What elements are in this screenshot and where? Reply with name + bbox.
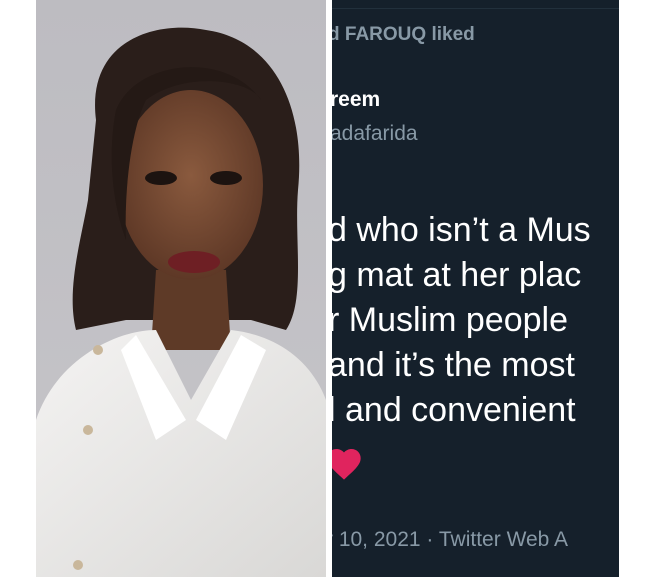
tweet-line: d who isn’t a Mus [332, 211, 591, 249]
author-handle[interactable]: adafarida [332, 122, 418, 146]
portrait-photo [36, 0, 326, 577]
meta-separator: · [426, 528, 434, 551]
divider-line [332, 8, 619, 9]
tweet-line: g mat at her plac [332, 256, 582, 294]
tweet-source[interactable]: Twitter Web A [439, 528, 568, 551]
tweet-line: l and convenient [332, 391, 576, 429]
portrait-illustration [36, 0, 326, 577]
collage: d FAROUQ liked reem adafarida d who isn’… [0, 0, 654, 577]
tweet-panel: d FAROUQ liked reem adafarida d who isn’… [332, 0, 619, 577]
tweet-line: r Muslim people [332, 301, 568, 339]
heart-icon [332, 444, 364, 489]
tweet-line: and it’s the most [332, 346, 575, 384]
tweet-timestamp[interactable]: r 10, 2021 [332, 528, 421, 551]
tweet-body: d who isn’t a Mus g mat at her plac r Mu… [332, 208, 591, 433]
liked-by-label: d FAROUQ liked [332, 24, 475, 45]
author-name[interactable]: reem [332, 88, 380, 112]
right-margin [619, 0, 654, 577]
tweet-meta: r 10, 2021 · Twitter Web A [332, 528, 568, 552]
